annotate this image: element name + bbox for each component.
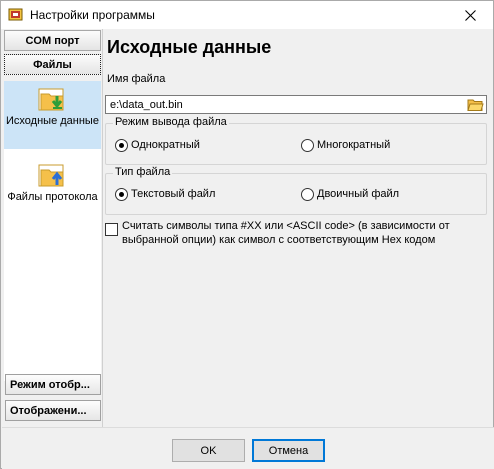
radio-multiple-label[interactable]: Многократный xyxy=(317,139,390,151)
cancel-button[interactable]: Отмена xyxy=(252,439,325,462)
title-bar[interactable]: Настройки программы xyxy=(1,1,493,29)
com-port-section-button[interactable]: COM порт xyxy=(4,30,101,51)
app-icon xyxy=(8,8,23,21)
nav-item-label: Файлы протокола xyxy=(7,191,98,203)
sidebar: COM порт Файлы Исходные данные Файлы про xyxy=(2,29,103,427)
files-section-button[interactable]: Файлы xyxy=(4,54,101,75)
nav-item-label: Исходные данные xyxy=(6,115,99,127)
radio-single[interactable] xyxy=(115,139,128,152)
radio-multiple[interactable] xyxy=(301,139,314,152)
nav-item-source-data[interactable]: Исходные данные xyxy=(4,81,101,149)
files-nav-panel: Исходные данные Файлы протокола xyxy=(4,81,101,381)
ok-button[interactable]: OK xyxy=(172,439,245,462)
file-name-label: Имя файла xyxy=(107,73,166,85)
page-title: Исходные данные xyxy=(107,37,272,57)
radio-text-file-label[interactable]: Текстовый файл xyxy=(131,188,215,200)
hex-code-checkbox-label[interactable]: Считать символы типа #XX или <ASCII code… xyxy=(122,219,482,247)
window-title: Настройки программы xyxy=(30,8,155,22)
open-folder-icon[interactable] xyxy=(467,97,484,112)
folder-upload-icon xyxy=(38,164,64,187)
file-name-field[interactable]: e:\data_out.bin xyxy=(105,95,487,114)
file-name-value[interactable]: e:\data_out.bin xyxy=(110,99,183,111)
hex-code-checkbox[interactable] xyxy=(105,223,118,236)
close-icon xyxy=(464,9,476,21)
display-mode-button[interactable]: Режим отобр... xyxy=(5,374,101,395)
file-type-title: Тип файла xyxy=(113,166,173,178)
radio-text-file[interactable] xyxy=(115,188,128,201)
settings-window: Настройки программы COM порт Файлы Исход… xyxy=(0,0,494,469)
folder-download-icon xyxy=(38,88,64,111)
radio-binary-file[interactable] xyxy=(301,188,314,201)
radio-single-label[interactable]: Однократный xyxy=(131,139,200,151)
output-mode-title: Режим вывода файла xyxy=(113,116,229,128)
nav-item-protocol-files[interactable]: Файлы протокола xyxy=(4,157,101,225)
display-button[interactable]: Отображени... xyxy=(5,400,101,421)
radio-binary-file-label[interactable]: Двоичный файл xyxy=(317,188,399,200)
dialog-footer: OK Отмена xyxy=(2,427,494,469)
close-button[interactable] xyxy=(447,1,493,29)
